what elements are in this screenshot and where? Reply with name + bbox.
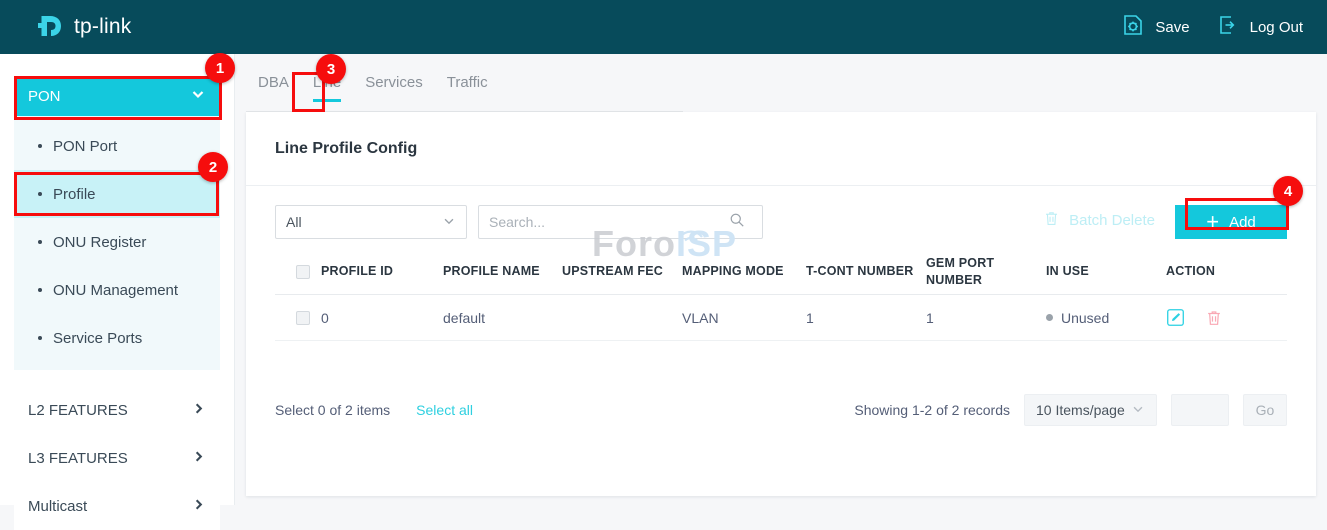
column-header-gem-port-number: GEM PORT NUMBER xyxy=(926,255,1046,289)
cell-tcont-number: 1 xyxy=(806,310,926,326)
selection-count: Select 0 of 2 items xyxy=(275,402,390,418)
column-header-in-use: IN USE xyxy=(1046,263,1166,280)
bullet-icon xyxy=(38,336,42,340)
filter-select[interactable]: All xyxy=(275,205,467,239)
sidebar-item-label: L3 FEATURES xyxy=(28,450,128,467)
sidebar-item-label: Service Ports xyxy=(53,330,142,347)
bullet-icon xyxy=(38,240,42,244)
trash-icon[interactable] xyxy=(1205,309,1223,327)
checkbox-unchecked-icon[interactable] xyxy=(296,311,310,325)
line-profile-card: Line Profile Config All xyxy=(246,112,1316,496)
column-header-profile-id: PROFILE ID xyxy=(321,263,443,280)
page-size-value: 10 Items/page xyxy=(1036,402,1125,418)
sidebar-item-label: ONU Management xyxy=(53,282,178,299)
main-content: DBA Line Services Traffic Line Profile C… xyxy=(235,54,1327,505)
logout-arrow-icon xyxy=(1216,13,1240,41)
column-header-mapping-mode: MAPPING MODE xyxy=(682,263,806,280)
sidebar-submenu: PON Port Profile ONU Register ONU Manage… xyxy=(14,116,220,370)
sidebar-item-onu-register[interactable]: ONU Register xyxy=(14,218,220,266)
tab-dba[interactable]: DBA xyxy=(258,74,289,102)
go-button[interactable]: Go xyxy=(1243,394,1287,426)
status-badge: Unused xyxy=(1046,310,1166,326)
column-header-action: ACTION xyxy=(1166,263,1286,280)
table-footer: Select 0 of 2 items Select all Showing 1… xyxy=(275,393,1287,427)
sidebar-item-l2-features[interactable]: L2 FEATURES xyxy=(14,386,220,434)
select-all-link[interactable]: Select all xyxy=(416,402,473,418)
select-all-checkbox-cell[interactable] xyxy=(275,265,321,279)
trash-icon xyxy=(1043,210,1060,231)
chevron-down-icon xyxy=(1131,402,1145,419)
save-gear-icon xyxy=(1121,13,1145,41)
checkbox-unchecked-icon[interactable] xyxy=(296,265,310,279)
records-count: Showing 1-2 of 2 records xyxy=(854,402,1010,418)
sidebar-item-onu-management[interactable]: ONU Management xyxy=(14,266,220,314)
batch-delete-button[interactable]: Batch Delete xyxy=(1043,210,1155,231)
chevron-right-icon xyxy=(191,401,206,420)
filter-select-value: All xyxy=(286,214,302,230)
sidebar-item-label: PON Port xyxy=(53,138,117,155)
column-header-profile-name: PROFILE NAME xyxy=(443,263,562,280)
sidebar-item-label: ONU Register xyxy=(53,234,146,251)
annotation-box-1 xyxy=(14,76,222,120)
brand-logo: tp-link xyxy=(36,13,131,41)
annotation-badge-2: 2 xyxy=(198,152,228,182)
tplink-logo-icon xyxy=(36,13,66,41)
cell-mapping-mode: VLAN xyxy=(682,310,806,326)
logout-button[interactable]: Log Out xyxy=(1216,13,1303,41)
edit-pencil-icon[interactable] xyxy=(1166,308,1185,327)
annotation-box-4 xyxy=(1185,198,1289,230)
search-box[interactable] xyxy=(478,205,763,239)
tab-services[interactable]: Services xyxy=(365,74,423,102)
sidebar-item-l3-features[interactable]: L3 FEATURES xyxy=(14,434,220,482)
sidebar-item-label: L2 FEATURES xyxy=(28,402,128,419)
batch-delete-label: Batch Delete xyxy=(1069,212,1155,229)
chevron-down-icon xyxy=(442,214,456,231)
search-icon[interactable] xyxy=(729,212,745,233)
divider xyxy=(246,185,1316,186)
sidebar-item-pon-port[interactable]: PON Port xyxy=(14,122,220,170)
table-row[interactable]: 0 default VLAN 1 1 Unused xyxy=(275,295,1287,341)
chevron-right-icon xyxy=(191,449,206,468)
column-header-upstream-fec: UPSTREAM FEC xyxy=(562,263,682,280)
profile-table: PROFILE ID PROFILE NAME UPSTREAM FEC MAP… xyxy=(275,249,1287,341)
annotation-badge-3: 3 xyxy=(316,54,346,84)
bullet-icon xyxy=(38,144,42,148)
sidebar-item-service-ports[interactable]: Service Ports xyxy=(14,314,220,362)
sidebar: PON PON Port Profile ONU Register ONU Ma… xyxy=(0,54,235,505)
tab-traffic[interactable]: Traffic xyxy=(447,74,488,102)
brand-name: tp-link xyxy=(74,15,131,39)
cell-in-use: Unused xyxy=(1046,310,1166,326)
annotation-badge-4: 4 xyxy=(1273,176,1303,206)
annotation-box-2 xyxy=(14,172,219,216)
save-label: Save xyxy=(1155,19,1189,36)
top-header-bar: tp-link Save Log Out xyxy=(0,0,1327,54)
annotation-badge-1: 1 xyxy=(205,53,235,83)
table-toolbar: All xyxy=(275,205,1287,239)
save-button[interactable]: Save xyxy=(1121,13,1189,41)
status-dot-icon xyxy=(1046,314,1053,321)
cell-action xyxy=(1166,308,1286,327)
cell-profile-id: 0 xyxy=(321,310,443,326)
cell-profile-name: default xyxy=(443,310,562,326)
column-header-tcont-number: T-CONT NUMBER xyxy=(806,263,926,280)
sidebar-item-multicast[interactable]: Multicast xyxy=(14,482,220,530)
page-size-select[interactable]: 10 Items/page xyxy=(1024,394,1157,426)
page-title: Line Profile Config xyxy=(275,140,417,158)
search-input[interactable] xyxy=(489,214,729,230)
table-header-row: PROFILE ID PROFILE NAME UPSTREAM FEC MAP… xyxy=(275,249,1287,295)
page-number-input[interactable] xyxy=(1171,394,1229,426)
cell-gem-port-number: 1 xyxy=(926,310,1046,326)
bullet-icon xyxy=(38,288,42,292)
status-label: Unused xyxy=(1061,310,1109,326)
chevron-right-icon xyxy=(191,497,206,516)
sidebar-item-label: Multicast xyxy=(28,498,87,515)
logout-label: Log Out xyxy=(1250,19,1303,36)
row-checkbox-cell[interactable] xyxy=(275,311,321,325)
